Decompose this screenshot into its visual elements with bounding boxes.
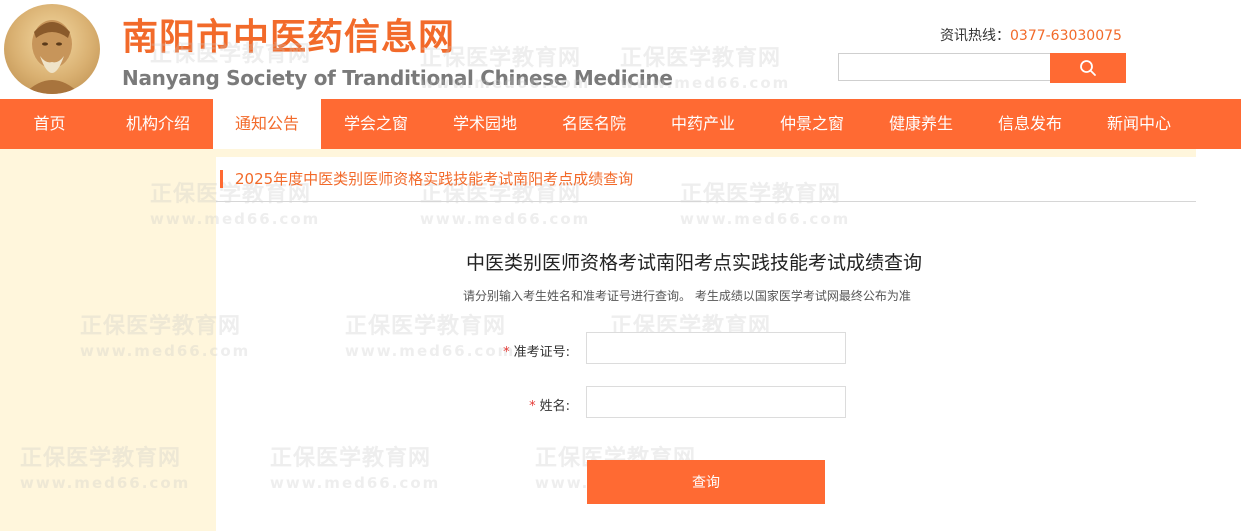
site-title: 南阳市中医药信息网 — [122, 17, 456, 58]
nav-item-notices[interactable]: 通知公告 — [213, 99, 321, 149]
left-decor-band — [0, 149, 216, 531]
search-button[interactable] — [1050, 53, 1126, 83]
required-mark: * — [529, 399, 536, 414]
name-input[interactable] — [586, 386, 846, 418]
nav-item-academic[interactable]: 学术园地 — [431, 99, 539, 149]
watermark: 正保医学教育网www.med66.com — [270, 446, 441, 492]
form-title: 中医类别医师资格考试南阳考点实践技能考试成绩查询 — [466, 252, 923, 274]
hotline: 资讯热线：0377-63030075 — [940, 25, 1122, 45]
nav-item-publish[interactable]: 信息发布 — [976, 99, 1084, 149]
required-mark: * — [503, 345, 510, 360]
page-title: 2025年度中医类别医师资格实践技能考试南阳考点成绩查询 — [220, 170, 633, 188]
exam-id-label: * 准考证号: — [503, 345, 570, 360]
query-button[interactable]: 查询 — [587, 460, 825, 504]
exam-id-input[interactable] — [586, 332, 846, 364]
hotline-number: 0377-63030075 — [1010, 28, 1122, 44]
top-decor-band — [216, 149, 1196, 157]
nav-item-about[interactable]: 机构介绍 — [104, 99, 212, 149]
nav-item-news[interactable]: 新闻中心 — [1085, 99, 1193, 149]
site-subtitle: Nanyang Society of Tranditional Chinese … — [122, 66, 673, 90]
nav-item-zhongjing[interactable]: 仲景之窗 — [758, 99, 866, 149]
hotline-label: 资讯热线： — [940, 28, 1010, 44]
nav-item-society[interactable]: 学会之窗 — [322, 99, 430, 149]
nav-item-doctors[interactable]: 名医名院 — [540, 99, 648, 149]
watermark: 正保医学教育网www.med66.com — [680, 182, 851, 228]
main-nav: 首页 机构介绍 通知公告 学会之窗 学术园地 名医名院 中药产业 仲景之窗 健康… — [0, 99, 1241, 149]
nav-item-industry[interactable]: 中药产业 — [649, 99, 757, 149]
logo-portrait-icon — [24, 20, 80, 94]
heading-divider — [216, 201, 1196, 202]
site-logo[interactable] — [4, 4, 100, 94]
form-note: 请分别输入考生姓名和准考证号进行查询。 考生成绩以国家医学考试网最终公布为准 — [463, 289, 911, 303]
nav-item-health[interactable]: 健康养生 — [867, 99, 975, 149]
search-icon — [1080, 60, 1096, 76]
nav-item-home[interactable]: 首页 — [0, 99, 99, 149]
site-header: 南阳市中医药信息网 Nanyang Society of Tranditiona… — [0, 0, 1241, 99]
name-label: * 姓名: — [529, 399, 570, 414]
search-input[interactable] — [838, 53, 1050, 81]
